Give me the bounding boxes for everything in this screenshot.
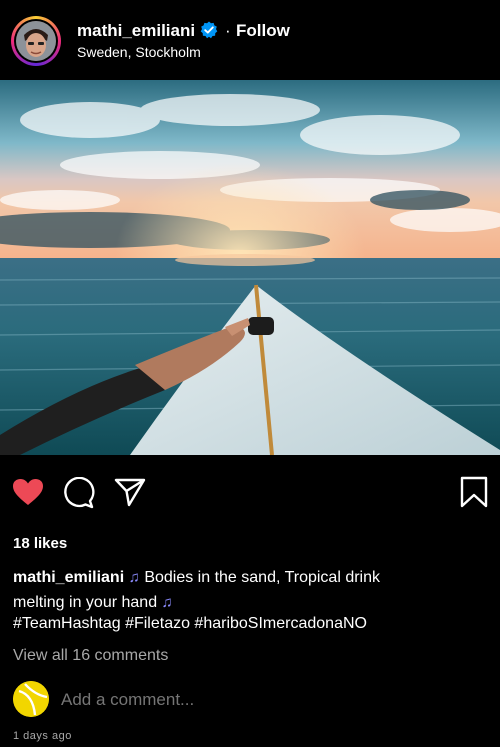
add-comment-input[interactable] <box>61 690 481 710</box>
caption-username[interactable]: mathi_emiliani <box>13 569 124 586</box>
share-icon[interactable] <box>114 477 146 507</box>
post-timestamp: 1 days ago <box>13 730 72 742</box>
hashtags[interactable]: #TeamHashtag #Filetazo #hariboSImercadon… <box>13 615 367 633</box>
commenter-avatar <box>13 681 49 717</box>
post-header: mathi_emiliani · Follow Sweden, Stockhol… <box>0 0 500 80</box>
caption-text-line2: melting in your hand <box>13 594 158 611</box>
follow-button[interactable]: Follow <box>236 21 290 41</box>
action-bar <box>0 458 500 522</box>
music-note-icon: ♫ <box>128 569 140 586</box>
comment-icon[interactable] <box>63 477 95 509</box>
separator-dot: · <box>225 21 231 40</box>
post-image[interactable] <box>0 80 500 455</box>
music-note-icon: ♫ <box>161 594 173 611</box>
view-all-comments-link[interactable]: View all 16 comments <box>13 647 168 665</box>
bookmark-icon[interactable] <box>460 476 488 508</box>
likes-count[interactable]: 18 likes <box>13 535 67 552</box>
heart-icon[interactable] <box>12 478 44 506</box>
caption-text-line1: Bodies in the sand, Tropical drink <box>144 569 380 586</box>
location-link[interactable]: Sweden, Stockholm <box>77 44 201 60</box>
caption: mathi_emiliani ♫ Bodies in the sand, Tro… <box>13 565 483 615</box>
verified-icon <box>200 21 218 39</box>
profile-avatar[interactable] <box>11 16 61 66</box>
username[interactable]: mathi_emiliani <box>77 21 195 41</box>
